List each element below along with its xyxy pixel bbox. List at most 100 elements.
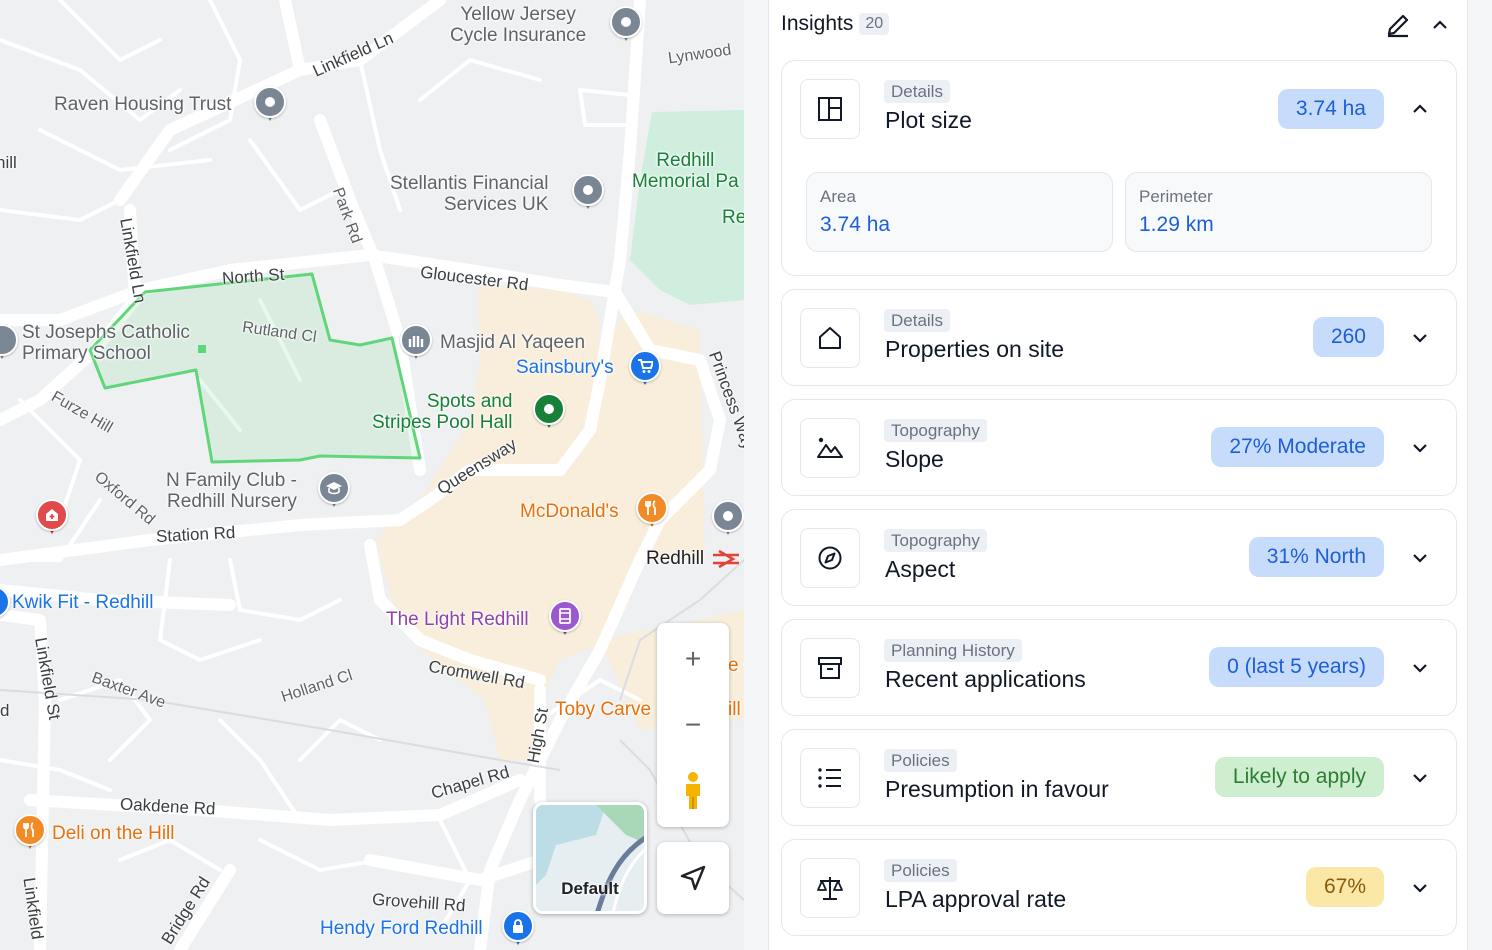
hospital-pin-icon[interactable]	[36, 499, 68, 537]
metric-label: Area	[820, 187, 856, 206]
layer-label: Default	[561, 879, 619, 898]
mosque-pin-icon[interactable]	[400, 324, 432, 362]
metric-value: 1.29 km	[1139, 213, 1214, 236]
insight-category: Topography	[884, 529, 987, 552]
place-label-toby-carvery-tail: ill	[728, 699, 741, 720]
car-dealer-pin-icon[interactable]	[502, 910, 534, 948]
place-label-masjid[interactable]: Masjid Al Yaqeen	[440, 332, 585, 353]
cinema-pin-icon[interactable]	[549, 600, 581, 638]
street-view-button[interactable]	[657, 759, 729, 823]
place-pin-station[interactable]	[712, 500, 744, 538]
place-pin-yellow-jersey[interactable]	[610, 6, 642, 44]
place-label-deli[interactable]: Deli on the Hill	[52, 823, 175, 844]
chevron-down-icon[interactable]	[1406, 544, 1434, 572]
chevron-down-icon[interactable]	[1406, 874, 1434, 902]
insight-card-plot-size[interactable]: Details Plot size 3.74 ha Area 3.74 ha P…	[781, 60, 1457, 276]
metric-area: Area 3.74 ha	[806, 172, 1113, 252]
school-pin-icon[interactable]	[0, 324, 18, 362]
place-label-redhill-memorial[interactable]: Redhill Memorial Pa	[632, 150, 739, 192]
insight-value-badge: 0 (last 5 years)	[1209, 647, 1384, 687]
shopping-cart-pin-icon[interactable]	[629, 350, 661, 388]
chevron-down-icon[interactable]	[1406, 764, 1434, 792]
place-label-hendy-ford[interactable]: Hendy Ford Redhill	[320, 918, 483, 939]
insight-value-badge: 67%	[1305, 867, 1384, 907]
insight-category: Policies	[884, 859, 957, 882]
map-layer-toggle[interactable]: Default	[533, 802, 647, 914]
pencil-icon	[1387, 14, 1409, 38]
road-label-d: d	[0, 701, 10, 720]
deli-restaurant-pin-icon[interactable]	[14, 814, 46, 852]
insight-name: Recent applications	[885, 666, 1086, 692]
road-label-station-rd: Station Rd	[155, 522, 236, 547]
place-pin-raven-housing[interactable]	[254, 86, 286, 124]
scales-icon	[800, 858, 860, 918]
insight-card-lpa-approval-rate[interactable]: Policies LPA approval rate 67%	[781, 839, 1457, 936]
zoom-in-button[interactable]: +	[657, 627, 729, 691]
chevron-down-icon[interactable]	[1406, 654, 1434, 682]
place-label-redhill-station[interactable]: Redhill	[646, 548, 704, 569]
insights-count-badge: 20	[859, 13, 890, 35]
place-label-st-josephs[interactable]: St Josephs Catholic Primary School	[22, 322, 190, 364]
app-root: Linkfield Ln Lynwood hill Park Rd North …	[0, 0, 1492, 950]
chevron-down-icon[interactable]	[1406, 324, 1434, 352]
road-label-north-st: North St	[221, 264, 285, 289]
place-label-n-family[interactable]: N Family Club - Redhill Nursery	[166, 470, 297, 512]
road-label-hill: hill	[0, 153, 17, 172]
insight-value-badge: 31% North	[1248, 537, 1384, 577]
insight-value-badge: 27% Moderate	[1211, 427, 1384, 467]
archive-icon	[800, 638, 860, 698]
mountain-icon	[800, 418, 860, 478]
place-pin-spots-stripes[interactable]	[533, 393, 565, 431]
map-zoom-controls: + −	[657, 623, 729, 827]
place-label-memorial-re: Re	[722, 207, 744, 228]
my-location-button[interactable]	[657, 842, 729, 914]
place-pin-stellantis[interactable]	[572, 174, 604, 212]
pegman-icon	[686, 772, 700, 809]
insight-card-presumption-in-favour[interactable]: Policies Presumption in favour Likely to…	[781, 729, 1457, 826]
house-icon	[800, 308, 860, 368]
place-label-mcdonalds[interactable]: McDonald's	[520, 501, 619, 522]
insight-category: Policies	[884, 749, 957, 772]
insight-name: LPA approval rate	[885, 886, 1067, 912]
insight-category: Topography	[884, 419, 987, 442]
insight-category: Details	[884, 309, 950, 332]
collapse-insights-button[interactable]	[1425, 10, 1455, 40]
insight-card-properties-on-site[interactable]: Details Properties on site 260	[781, 289, 1457, 386]
chevron-up-icon[interactable]	[1406, 95, 1434, 123]
insights-panel: Insights 20 Details Plot size 3.74 ha Ar…	[744, 0, 1492, 950]
place-label-toby-carvery[interactable]: Toby Carve	[555, 699, 651, 720]
list-icon	[800, 748, 860, 808]
insight-card-recent-applications[interactable]: Planning History Recent applications 0 (…	[781, 619, 1457, 716]
place-label-sainsburys[interactable]: Sainsbury's	[516, 357, 614, 378]
place-label-light-redhill[interactable]: The Light Redhill	[386, 609, 529, 630]
insight-value-badge: 3.74 ha	[1277, 89, 1384, 129]
plot-marker	[198, 345, 206, 353]
insight-name: Slope	[885, 446, 944, 472]
place-label-edge-c: e C	[728, 655, 744, 676]
place-label-raven-housing[interactable]: Raven Housing Trust	[54, 94, 231, 115]
insight-card-aspect[interactable]: Topography Aspect 31% North	[781, 509, 1457, 606]
place-label-stellantis[interactable]: Stellantis Financial Services UK	[390, 173, 548, 215]
layout-icon	[800, 79, 860, 139]
metric-value: 3.74 ha	[820, 213, 891, 236]
place-label-kwik-fit[interactable]: Kwik Fit - Redhill	[12, 592, 153, 613]
graduation-cap-pin-icon[interactable]	[318, 472, 350, 510]
map-view[interactable]: Linkfield Ln Lynwood hill Park Rd North …	[0, 0, 744, 950]
restaurant-pin-icon[interactable]	[636, 492, 668, 530]
insights-header: Insights 20	[781, 8, 890, 40]
zoom-out-button[interactable]: −	[657, 693, 729, 757]
metric-label: Perimeter	[1139, 187, 1213, 206]
chevron-down-icon[interactable]	[1406, 434, 1434, 462]
edit-insights-button[interactable]	[1383, 10, 1413, 40]
navigation-arrow-icon	[680, 865, 706, 891]
insights-panel-body: Insights 20 Details Plot size 3.74 ha Ar…	[768, 0, 1468, 950]
minus-icon: −	[684, 709, 702, 740]
metric-perimeter: Perimeter 1.29 km	[1125, 172, 1432, 252]
insight-name: Presumption in favour	[885, 776, 1109, 802]
place-label-yellow-jersey[interactable]: Yellow Jersey Cycle Insurance	[450, 4, 586, 46]
insight-card-slope[interactable]: Topography Slope 27% Moderate	[781, 399, 1457, 496]
kwik-fit-pin-icon[interactable]	[0, 586, 10, 624]
insight-name: Aspect	[885, 556, 956, 582]
place-label-spots-stripes[interactable]: Spots and Stripes Pool Hall	[372, 391, 512, 433]
insight-category: Planning History	[884, 639, 1022, 662]
